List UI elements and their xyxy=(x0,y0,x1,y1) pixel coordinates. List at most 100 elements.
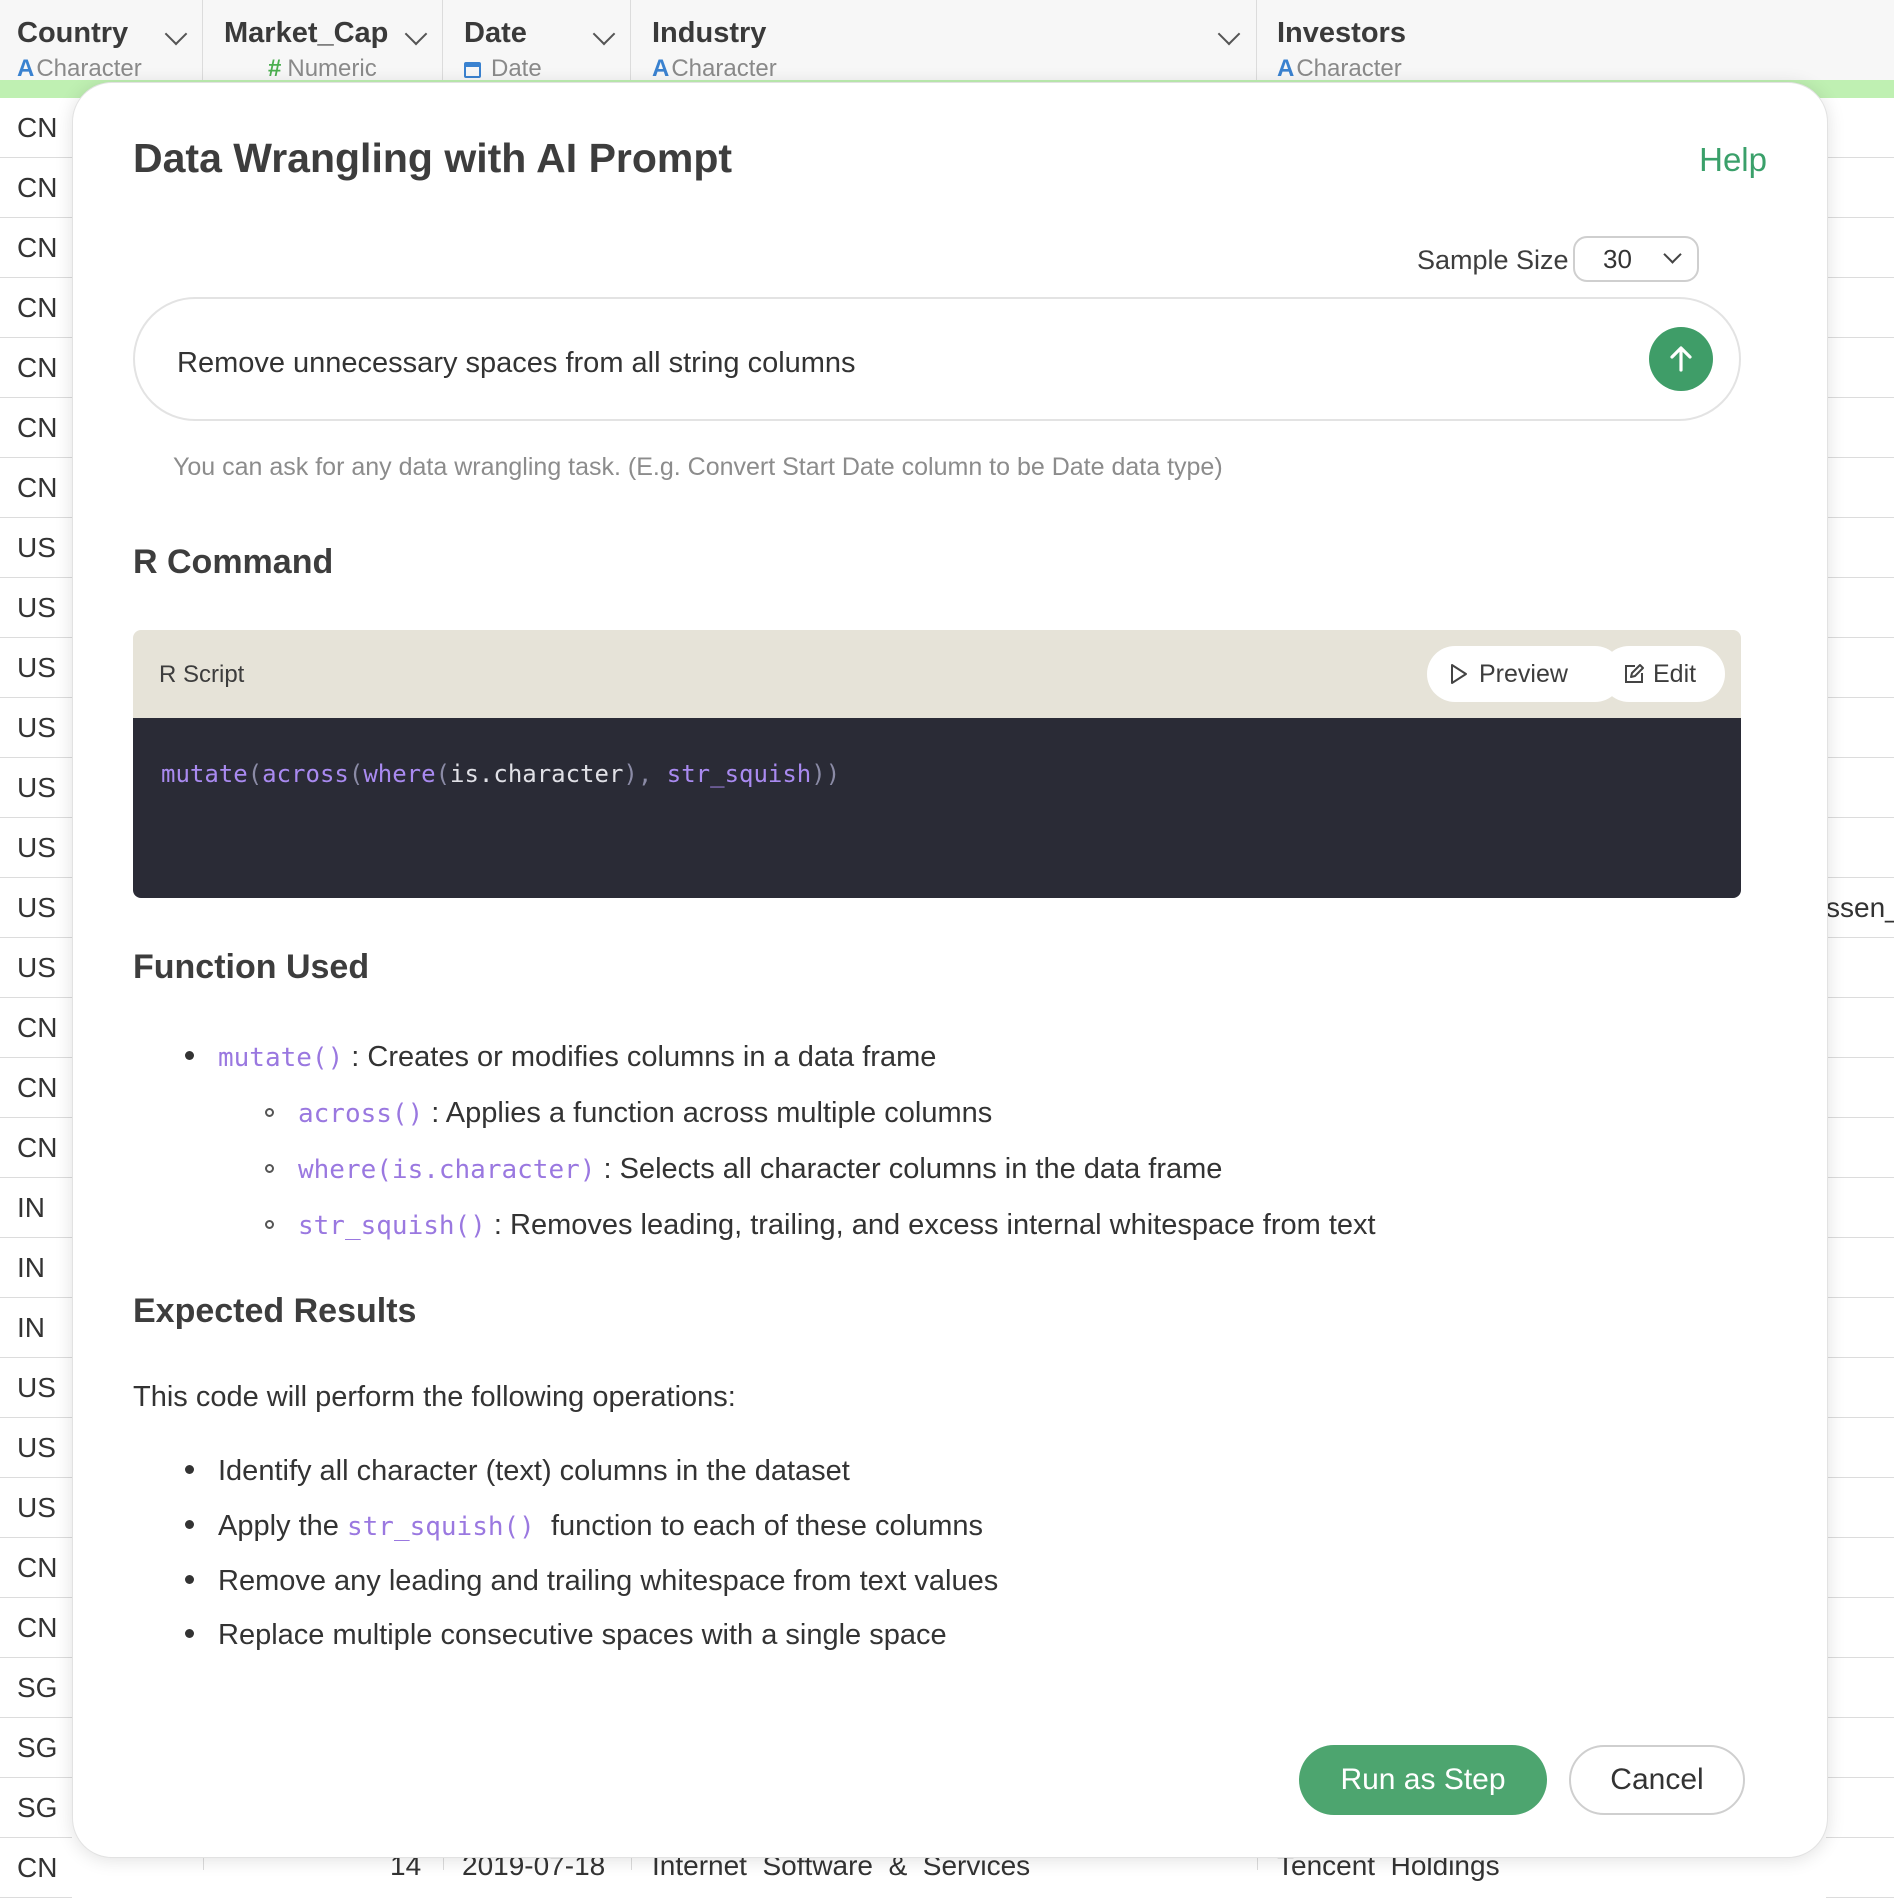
row-divider xyxy=(1826,1777,1894,1778)
row-divider xyxy=(1826,757,1894,758)
column-header-country[interactable]: Country ACharacter xyxy=(0,0,203,82)
prompt-input[interactable]: Remove unnecessary spaces from all strin… xyxy=(133,297,1741,421)
run-as-step-button[interactable]: Run as Step xyxy=(1299,1745,1547,1815)
column-type: # Numeric xyxy=(268,55,377,82)
character-type-icon: A xyxy=(17,55,35,82)
chevron-down-icon[interactable] xyxy=(592,22,616,46)
column-name: Market_Cap xyxy=(224,17,389,49)
cell-country[interactable]: US xyxy=(0,758,72,818)
cell-country[interactable]: CN xyxy=(0,398,72,458)
cell-country[interactable]: US xyxy=(0,1478,72,1538)
edit-icon xyxy=(1625,664,1644,683)
cell-country[interactable]: CN xyxy=(0,1058,72,1118)
row-divider xyxy=(1826,277,1894,278)
column-name: Country xyxy=(17,17,129,49)
function-code: str_squish() xyxy=(346,1512,535,1542)
help-link[interactable]: Help xyxy=(1699,141,1767,179)
row-divider xyxy=(1826,997,1894,998)
cell-country[interactable]: US xyxy=(0,518,72,578)
script-label: R Script xyxy=(159,661,245,688)
row-divider xyxy=(1826,1057,1894,1058)
play-icon xyxy=(1451,664,1467,684)
cell-country[interactable]: CN xyxy=(0,1838,72,1898)
cancel-button[interactable]: Cancel xyxy=(1569,1745,1745,1815)
arrow-up-icon xyxy=(1670,346,1692,372)
column-header-date[interactable]: Date Date xyxy=(443,0,631,83)
cell-country[interactable]: CN xyxy=(0,998,72,1058)
send-button[interactable] xyxy=(1649,327,1713,391)
function-desc: : Applies a function across multiple col… xyxy=(423,1097,993,1129)
column-type: ACharacter xyxy=(652,55,777,82)
row-divider xyxy=(1826,1417,1894,1418)
function-code: mutate() xyxy=(218,1043,344,1073)
script-header: R Script Preview Edit xyxy=(133,630,1741,718)
preview-button[interactable]: Preview xyxy=(1427,646,1623,702)
prompt-hint: You can ask for any data wrangling task.… xyxy=(173,453,1223,481)
cell-country[interactable]: US xyxy=(0,698,72,758)
cell-country[interactable]: US xyxy=(0,638,72,698)
function-desc: : Removes leading, trailing, and excess … xyxy=(485,1209,1376,1241)
row-divider xyxy=(1826,157,1894,158)
cell-country[interactable]: US xyxy=(0,938,72,998)
cell-country[interactable]: CN xyxy=(0,1538,72,1598)
grid-header: Country ACharacter Market_Cap # Numeric D… xyxy=(0,0,1894,83)
column-name: Investors xyxy=(1277,17,1406,49)
sample-size-select[interactable]: 30 xyxy=(1573,236,1699,282)
column-header-investors[interactable]: Investors ACharacter xyxy=(1257,0,1894,82)
chevron-down-icon xyxy=(1663,245,1682,264)
row-divider xyxy=(1826,1597,1894,1598)
row-divider xyxy=(1826,1357,1894,1358)
ai-prompt-dialog: Data Wrangling with AI Prompt Help Sampl… xyxy=(72,82,1828,1858)
cell-country[interactable]: SG xyxy=(0,1718,72,1778)
cell-country[interactable]: CN xyxy=(0,338,72,398)
row-divider xyxy=(1826,1297,1894,1298)
function-item: where(is.character) : Selects all charac… xyxy=(265,1153,1222,1186)
chevron-down-icon[interactable] xyxy=(404,22,428,46)
chevron-down-icon[interactable] xyxy=(164,22,188,46)
row-divider xyxy=(1826,1477,1894,1478)
function-code: across() xyxy=(298,1099,424,1129)
cell-country[interactable]: CN xyxy=(0,1118,72,1178)
cell-country[interactable]: CN xyxy=(0,158,72,218)
cell-country[interactable]: US xyxy=(0,1418,72,1478)
row-divider xyxy=(1826,637,1894,638)
chevron-down-icon[interactable] xyxy=(1217,22,1241,46)
cell-country[interactable]: IN xyxy=(0,1238,72,1298)
cell-country[interactable]: CN xyxy=(0,98,72,158)
row-divider xyxy=(1826,337,1894,338)
edit-button[interactable]: Edit xyxy=(1601,646,1725,702)
column-type: ACharacter xyxy=(1277,55,1402,82)
dialog-title: Data Wrangling with AI Prompt xyxy=(133,135,733,181)
cell-country[interactable]: IN xyxy=(0,1178,72,1238)
row-divider xyxy=(1826,877,1894,878)
sample-size-label: Sample Size xyxy=(1417,245,1569,275)
cell-country[interactable]: CN xyxy=(0,278,72,338)
column-name: Industry xyxy=(652,17,767,49)
cell-country[interactable]: US xyxy=(0,1358,72,1418)
row-divider xyxy=(1826,517,1894,518)
cell-country[interactable]: CN xyxy=(0,1598,72,1658)
column-header-industry[interactable]: Industry ACharacter xyxy=(631,0,1257,82)
function-item: across() : Applies a function across mul… xyxy=(265,1097,992,1130)
cell-country[interactable]: US xyxy=(0,578,72,638)
cell-country[interactable]: CN xyxy=(0,458,72,518)
numeric-type-icon: # xyxy=(268,55,282,82)
cell-country[interactable]: SG xyxy=(0,1778,72,1838)
code-editor[interactable]: mutate(across(where(is.character), str_s… xyxy=(133,718,1741,898)
sample-size-value: 30 xyxy=(1603,244,1632,274)
function-code: where(is.character) xyxy=(298,1155,596,1185)
function-item: str_squish() : Removes leading, trailing… xyxy=(265,1209,1376,1242)
column-header-market-cap[interactable]: Market_Cap # Numeric xyxy=(203,0,443,82)
row-divider xyxy=(1826,697,1894,698)
column-type: Date xyxy=(464,55,542,83)
cell-country[interactable]: SG xyxy=(0,1658,72,1718)
expected-item: Replace multiple consecutive spaces with… xyxy=(185,1619,947,1652)
cell-country[interactable]: IN xyxy=(0,1298,72,1358)
cell-country[interactable]: CN xyxy=(0,218,72,278)
cell-country[interactable]: US xyxy=(0,818,72,878)
expected-results-title: Expected Results xyxy=(133,1292,417,1330)
row-divider xyxy=(1826,937,1894,938)
expected-item: Identify all character (text) columns in… xyxy=(185,1455,850,1488)
expected-item: Remove any leading and trailing whitespa… xyxy=(185,1565,998,1598)
cell-country[interactable]: US xyxy=(0,878,72,938)
